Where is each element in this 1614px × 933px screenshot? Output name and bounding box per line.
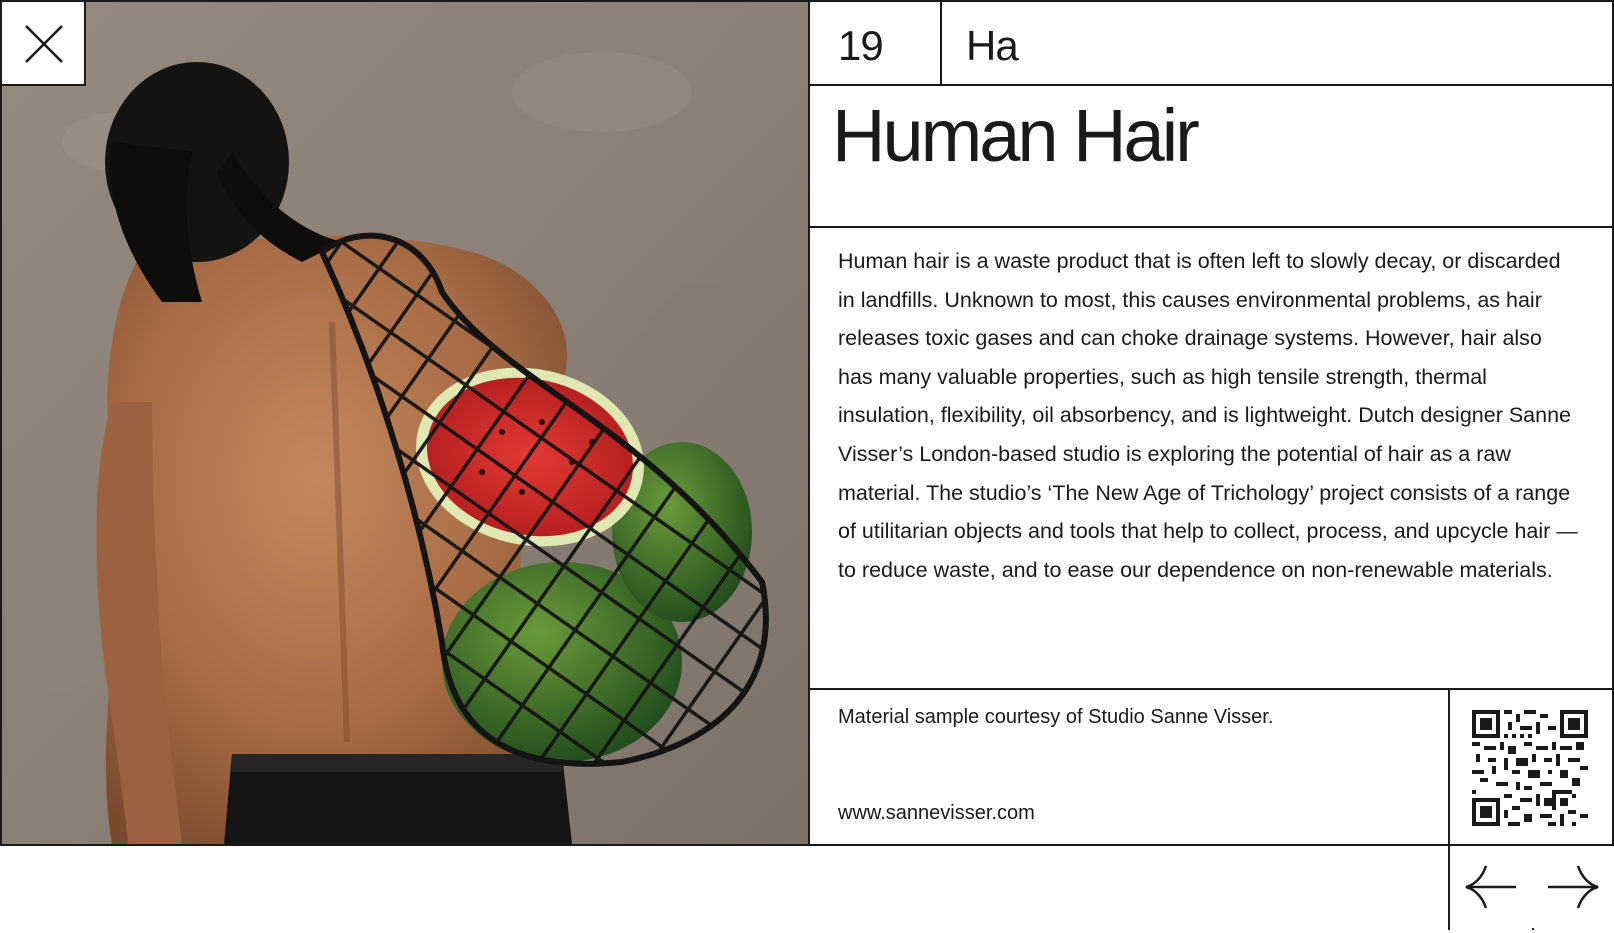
hero-photo — [2, 2, 810, 844]
divider — [0, 0, 2, 846]
page-title: Human Hair — [832, 94, 1200, 177]
divider — [0, 844, 1614, 846]
previous-button[interactable] — [1450, 846, 1532, 930]
divider — [808, 688, 1614, 690]
divider — [808, 226, 1614, 228]
divider — [940, 0, 942, 86]
close-icon — [25, 25, 63, 63]
description-text: Human hair is a waste product that is of… — [838, 249, 1578, 582]
website-link[interactable]: www.sannevisser.com — [838, 802, 1035, 825]
element-symbol: Ha — [966, 22, 1019, 69]
divider — [808, 84, 1614, 86]
arrow-left-icon — [1465, 865, 1516, 909]
qr-code-icon — [1472, 710, 1588, 826]
arrow-right-icon — [1548, 865, 1599, 909]
element-number: 19 — [838, 22, 884, 69]
close-button[interactable] — [2, 2, 86, 86]
next-button[interactable] — [1534, 846, 1614, 930]
divider — [0, 0, 1614, 2]
divider — [808, 0, 810, 846]
credit-text: Material sample courtesy of Studio Sanne… — [838, 706, 1274, 728]
